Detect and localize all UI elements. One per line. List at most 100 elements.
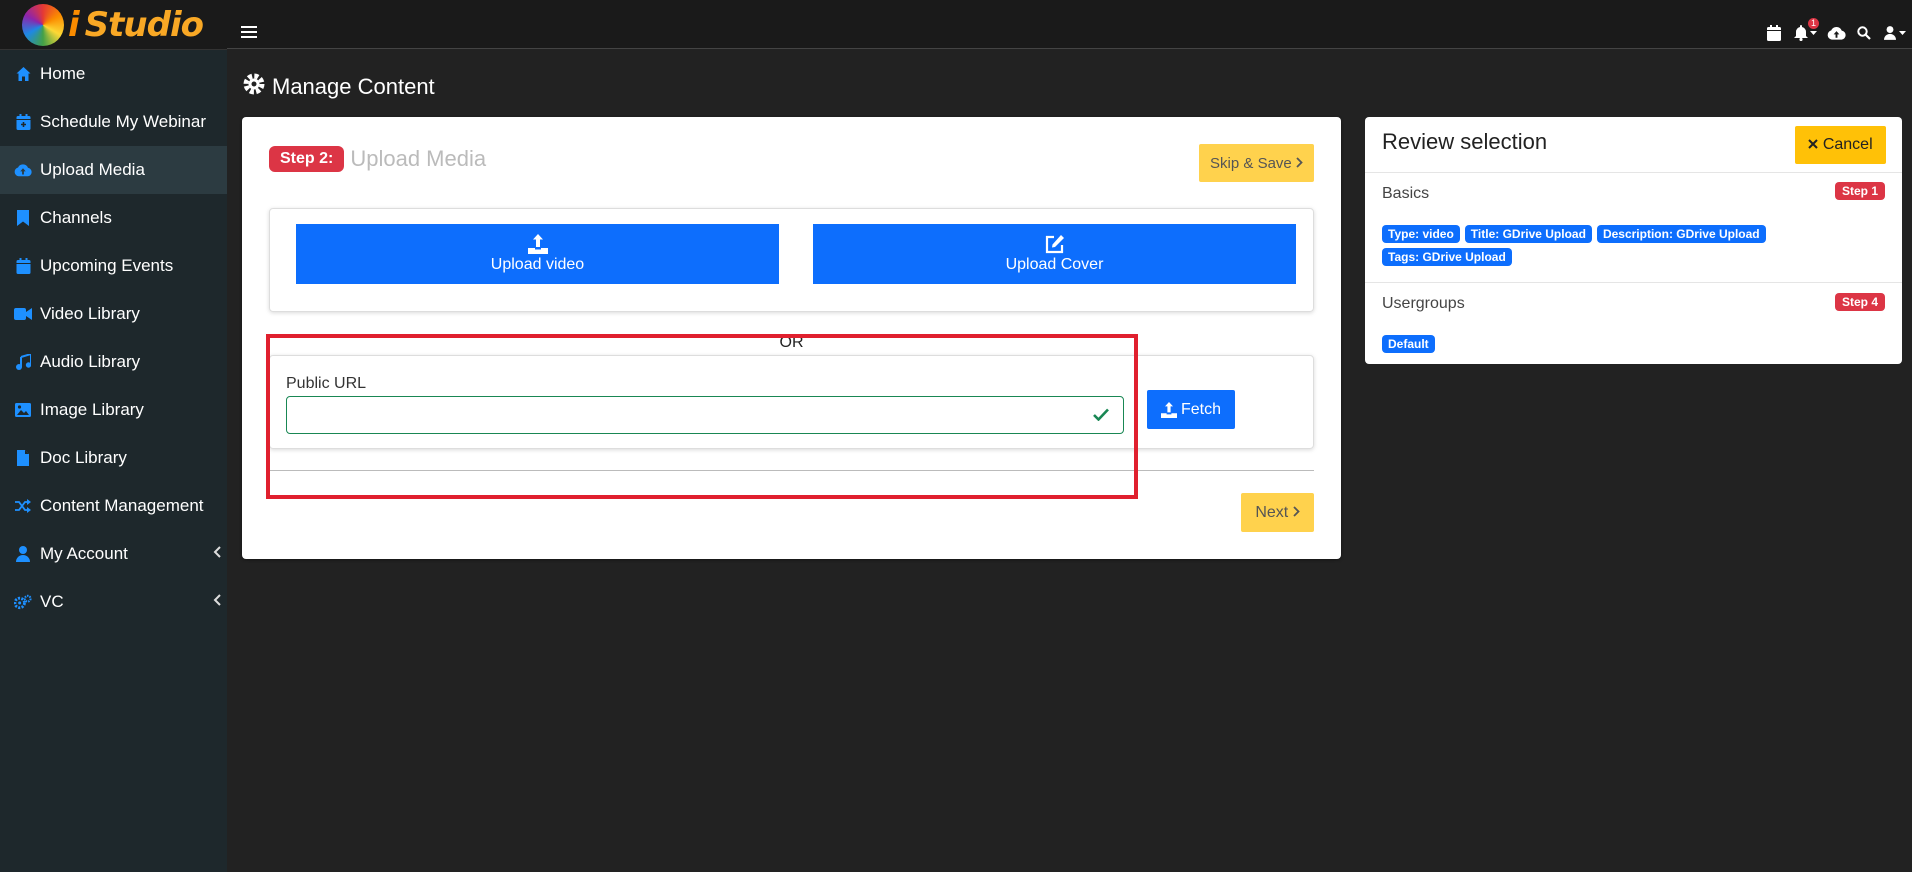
tag-tags: Tags: GDrive Upload <box>1382 248 1512 266</box>
section-title-usergroups: Usergroups <box>1382 295 1465 312</box>
brand-letter: i <box>68 4 80 45</box>
calendar-icon <box>14 257 32 275</box>
sidebar-item-my-account[interactable]: My Account <box>0 530 227 578</box>
sidebar-nav: Home Schedule My Webinar Upload Media Ch… <box>0 50 227 626</box>
sidebar-item-upload-media[interactable]: Upload Media <box>0 146 227 194</box>
user-icon <box>14 545 32 563</box>
sidebar-item-label: Schedule My Webinar <box>40 112 206 131</box>
search-icon[interactable] <box>1850 22 1878 44</box>
sidebar-item-audio-library[interactable]: Audio Library <box>0 338 227 386</box>
basics-tags: Type: video Title: GDrive Upload Descrip… <box>1382 225 1802 266</box>
upload-icon <box>1160 401 1177 418</box>
divider <box>1365 282 1902 283</box>
or-separator: OR <box>779 334 804 351</box>
usergroups-tags: Default <box>1382 335 1802 353</box>
gear-icon <box>242 72 266 102</box>
chevron-left-icon <box>213 593 221 611</box>
sidebar-item-label: Image Library <box>40 400 144 419</box>
upload-icon <box>527 234 548 254</box>
sidebar-item-home[interactable]: Home <box>0 50 227 98</box>
sidebar-item-vc[interactable]: VC <box>0 578 227 626</box>
page-title: Manage Content <box>242 72 435 102</box>
sidebar-item-channels[interactable]: Channels <box>0 194 227 242</box>
skip-and-save-label: Skip & Save <box>1210 154 1292 172</box>
brand[interactable]: i Studio <box>0 0 227 50</box>
shuffle-icon <box>14 497 32 515</box>
review-selection-card: Review selection Cancel Basics Step 1 Ty… <box>1365 117 1902 364</box>
upload-media-card: Step 2: Upload Media Skip & Save Upload … <box>242 117 1341 559</box>
sidebar-item-doc-library[interactable]: Doc Library <box>0 434 227 482</box>
calendar-plus-icon <box>14 113 32 131</box>
upload-cover-label: Upload Cover <box>1005 256 1104 273</box>
step-tag-basics: Step 1 <box>1834 182 1885 200</box>
image-icon <box>14 401 32 419</box>
bookmark-icon <box>14 209 32 227</box>
next-label: Next <box>1255 503 1289 521</box>
close-icon <box>1808 139 1819 149</box>
cogs-icon <box>14 593 32 611</box>
sidebar-item-label: Home <box>40 64 86 83</box>
upload-buttons-panel: Upload video Upload Cover <box>269 208 1314 312</box>
sidebar-item-label: My Account <box>40 544 128 563</box>
music-icon <box>14 353 32 371</box>
step-tag-usergroups: Step 4 <box>1834 293 1885 311</box>
calendar-icon[interactable] <box>1760 22 1788 44</box>
skip-and-save-button[interactable]: Skip & Save <box>1199 144 1314 182</box>
divider <box>269 470 1314 471</box>
sidebar-item-upcoming-events[interactable]: Upcoming Events <box>0 242 227 290</box>
divider <box>1365 172 1902 173</box>
brand-logo-icon <box>22 3 64 46</box>
brand-name: i Studio <box>68 4 204 45</box>
public-url-input[interactable] <box>286 396 1124 434</box>
topbar: 1 <box>227 0 1912 49</box>
chevron-right-icon <box>1296 156 1303 168</box>
cloud-upload-icon[interactable] <box>1822 22 1850 44</box>
file-icon <box>14 449 32 467</box>
fetch-label: Fetch <box>1180 400 1221 418</box>
sidebar-item-label: Upcoming Events <box>40 256 174 275</box>
sidebar-item-label: VC <box>40 592 64 611</box>
tag-type: Type: video <box>1382 225 1460 243</box>
step-title: Upload Media <box>350 146 487 171</box>
hamburger-menu-icon[interactable] <box>241 26 257 38</box>
sidebar-item-label: Video Library <box>40 304 140 323</box>
checkmark-icon <box>1093 405 1109 426</box>
review-title: Review selection <box>1382 129 1548 154</box>
video-icon <box>14 305 32 323</box>
user-menu-icon[interactable] <box>1878 22 1912 44</box>
next-button[interactable]: Next <box>1241 493 1314 532</box>
tag-description: Description: GDrive Upload <box>1596 225 1766 243</box>
edit-icon <box>1045 235 1064 254</box>
upload-video-button[interactable]: Upload video <box>296 224 779 284</box>
fetch-button[interactable]: Fetch <box>1147 390 1235 429</box>
home-icon <box>14 65 32 83</box>
upload-video-label: Upload video <box>490 256 585 273</box>
public-url-panel: Public URL Fetch <box>269 355 1314 449</box>
sidebar-item-label: Channels <box>40 208 112 227</box>
cloud-upload-icon <box>14 161 32 179</box>
tag-default: Default <box>1382 335 1435 353</box>
cancel-label: Cancel <box>1822 136 1873 153</box>
chevron-left-icon <box>213 545 221 563</box>
sidebar-item-schedule-webinar[interactable]: Schedule My Webinar <box>0 98 227 146</box>
chevron-right-icon <box>1293 505 1300 517</box>
sidebar-item-label: Upload Media <box>40 160 145 179</box>
section-title-basics: Basics <box>1382 185 1430 202</box>
step-header: Step 2: Upload Media <box>269 146 486 172</box>
step-badge: Step 2: <box>269 146 345 172</box>
sidebar-item-label: Audio Library <box>40 352 141 371</box>
sidebar-item-content-management[interactable]: Content Management <box>0 482 227 530</box>
public-url-label: Public URL <box>286 375 367 392</box>
sidebar-item-label: Content Management <box>40 496 204 515</box>
notification-badge: 1 <box>1807 18 1819 29</box>
bell-icon[interactable]: 1 <box>1788 18 1822 44</box>
brand-word: Studio <box>84 4 204 45</box>
sidebar-item-video-library[interactable]: Video Library <box>0 290 227 338</box>
topbar-icons: 1 <box>1760 18 1912 44</box>
sidebar: i Studio Home Schedule My Webinar Upload … <box>0 0 227 872</box>
tag-title: Title: GDrive Upload <box>1464 225 1592 243</box>
sidebar-item-label: Doc Library <box>40 448 127 467</box>
cancel-button[interactable]: Cancel <box>1795 126 1886 164</box>
upload-cover-button[interactable]: Upload Cover <box>813 224 1296 284</box>
sidebar-item-image-library[interactable]: Image Library <box>0 386 227 434</box>
